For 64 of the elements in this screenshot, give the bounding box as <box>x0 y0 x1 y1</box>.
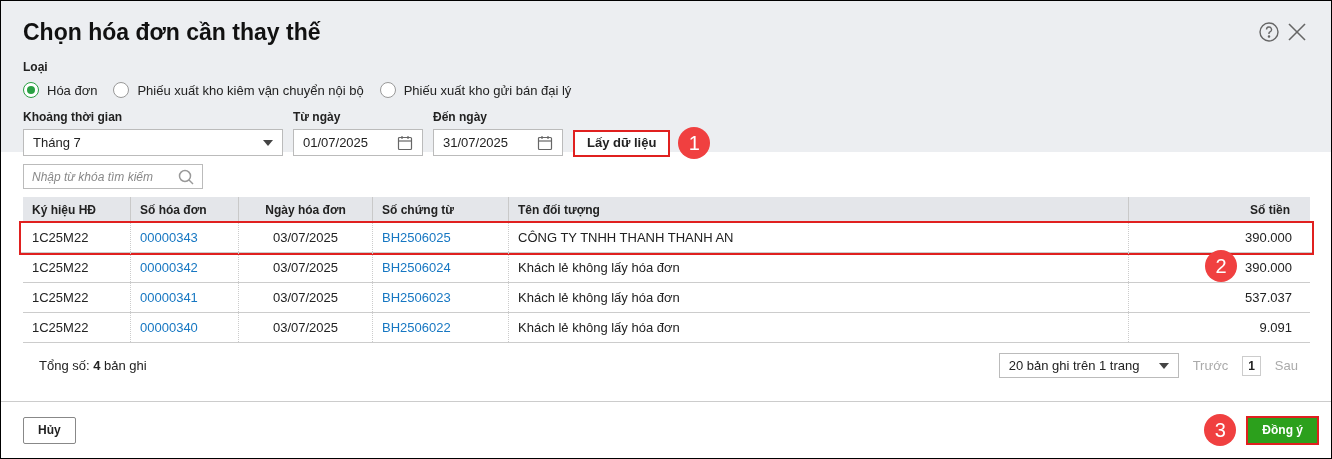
type-radio[interactable]: Phiếu xuất kho kiêm vận chuyển nội bộ <box>113 80 364 100</box>
table-cell-text: 390.000 <box>1245 258 1292 277</box>
date-field[interactable]: 01/07/2025 <box>293 129 423 156</box>
period-select[interactable]: Tháng 7 <box>23 129 283 156</box>
step-number-badge: 2 <box>1205 249 1237 282</box>
calendar-icon[interactable] <box>537 134 553 151</box>
table-cell-text: Khách lẻ không lấy hóa đơn <box>518 288 680 307</box>
type-label: Loại <box>23 58 48 76</box>
date-field[interactable]: 31/07/2025 <box>433 129 563 156</box>
table-cell-text: 1C25M22 <box>32 228 89 247</box>
close-icon[interactable] <box>1287 22 1307 43</box>
table-cell-text: Khách lẻ không lấy hóa đơn <box>518 258 680 277</box>
table-cell-text: 537.037 <box>1245 288 1292 307</box>
radio-icon[interactable] <box>23 82 39 99</box>
table-cell-text: Khách lẻ không lấy hóa đơn <box>518 318 680 337</box>
document-link[interactable]: 00000340 <box>140 317 198 338</box>
document-link[interactable]: BH2506024 <box>382 257 451 278</box>
caret-icon <box>263 139 273 146</box>
radio-icon[interactable] <box>113 82 130 99</box>
period-label: Khoảng thời gian <box>23 109 123 126</box>
table-row[interactable]: 1C25M22 00000342 03/07/2025 BH2506024 Khách lẻ không lấy hóa đơn 2 390.000 <box>23 253 1310 283</box>
document-link[interactable]: BH2506023 <box>382 287 451 308</box>
record-total: Tổng số: 4 bản ghi <box>39 356 147 375</box>
column-header: Tên đối tượng <box>518 202 600 219</box>
document-link[interactable]: 00000342 <box>140 257 198 278</box>
document-link[interactable]: 00000343 <box>140 227 198 248</box>
column-header: Số tiền <box>1250 202 1290 219</box>
table-cell-text: 1C25M22 <box>32 318 89 337</box>
table-cell-text: 03/07/2025 <box>272 288 339 307</box>
table-cell-text: 9.091 <box>1259 318 1292 337</box>
caret-icon <box>1158 362 1169 369</box>
column-header: Ngày hóa đơn <box>265 202 346 219</box>
table-row[interactable]: 1C25M22 00000343 03/07/2025 BH2506025 CÔNG TY TNHH THANH THANH AN 390.000 <box>21 223 1312 253</box>
fetch-data-button[interactable]: Lấy dữ liệu <box>573 129 671 157</box>
column-header: Số hóa đơn <box>140 202 207 219</box>
table-row[interactable]: 1C25M22 00000340 03/07/2025 BH2506022 Khách lẻ không lấy hóa đơn 9.091 <box>23 313 1310 343</box>
column-header: Số chứng từ <box>382 202 455 219</box>
type-radio[interactable]: Phiếu xuất kho gửi bán đại lý <box>379 80 572 100</box>
window-title: Chọn hóa đơn cần thay thế <box>23 18 321 47</box>
table-cell-text: 03/07/2025 <box>272 318 339 337</box>
page-size-select[interactable]: 20 bản ghi trên 1 trang <box>998 353 1179 378</box>
date-label: Đến ngày <box>433 109 487 126</box>
search-icon[interactable] <box>178 168 194 185</box>
step-number-badge: 1 <box>678 127 711 159</box>
calendar-icon[interactable] <box>397 134 413 151</box>
step-number-badge: 3 <box>1204 414 1237 446</box>
search-field[interactable]: Nhập từ khóa tìm kiếm <box>23 164 203 189</box>
table-cell-text: 1C25M22 <box>32 288 89 307</box>
cancel-button[interactable]: Hủy <box>23 416 76 444</box>
date-label: Từ ngày <box>293 109 341 126</box>
table-row[interactable]: 1C25M22 00000341 03/07/2025 BH2506023 Khách lẻ không lấy hóa đơn 537.037 <box>23 283 1310 313</box>
column-header: Ký hiệu HĐ <box>32 202 96 219</box>
radio-icon[interactable] <box>379 82 396 99</box>
document-link[interactable]: 00000341 <box>140 287 198 308</box>
document-link[interactable]: BH2506025 <box>382 227 451 248</box>
table-cell-text: 1C25M22 <box>32 258 89 277</box>
table-cell-text: 390.000 <box>1245 228 1292 247</box>
page-number[interactable]: 1 <box>1242 355 1261 376</box>
help-icon[interactable] <box>1259 22 1279 43</box>
table-cell-text: 03/07/2025 <box>272 228 339 247</box>
table-cell-text: 03/07/2025 <box>272 258 339 277</box>
type-radio[interactable]: Hóa đơn <box>23 80 98 100</box>
table-cell-text: CÔNG TY TNHH THANH THANH AN <box>518 228 734 247</box>
document-link[interactable]: BH2506022 <box>382 317 451 338</box>
